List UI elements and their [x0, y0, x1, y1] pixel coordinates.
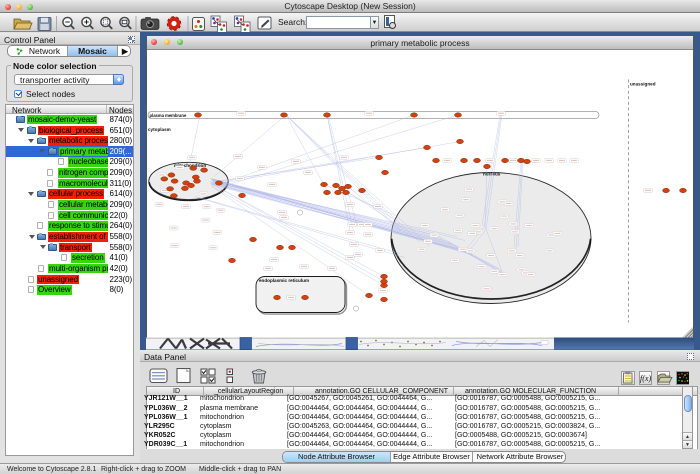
svg-text:endoplasmic reticulum: endoplasmic reticulum — [259, 278, 309, 283]
svg-text:plasma membrane: plasma membrane — [150, 113, 187, 118]
svg-text:cytoplasm: cytoplasm — [148, 127, 171, 132]
svg-text:unassigned: unassigned — [630, 81, 656, 86]
svg-text:f(x): f(x) — [640, 374, 651, 383]
